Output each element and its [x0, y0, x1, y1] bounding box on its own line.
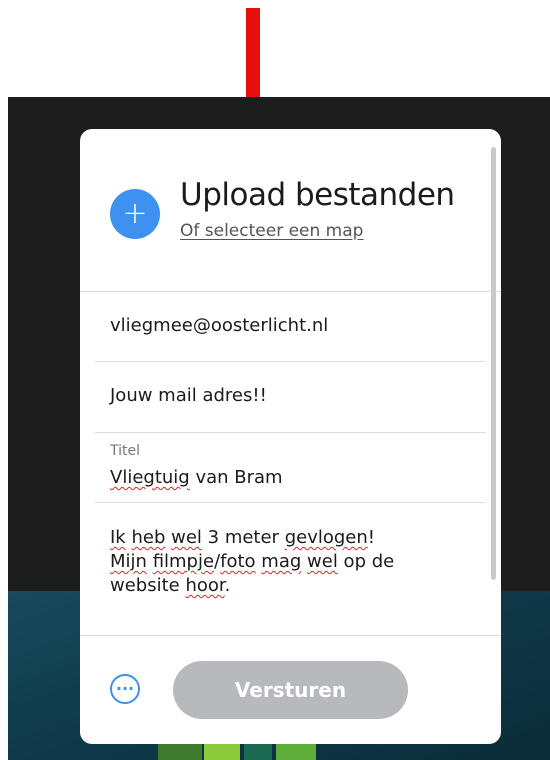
title-value-rest: van Bram [189, 467, 283, 488]
title-field[interactable]: Titel Vliegtuig van Bram [95, 433, 486, 503]
select-folder-link[interactable]: Of selecteer een map [180, 221, 363, 241]
card-scrollbar[interactable] [491, 147, 496, 580]
misspelled-word: wel [171, 527, 202, 548]
recipient-email-value: vliegmee@oosterlicht.nl [110, 315, 329, 336]
recipient-email-field[interactable]: vliegmee@oosterlicht.nl [95, 292, 486, 362]
message-text: website [110, 575, 186, 596]
misspelled-word: heb [131, 527, 166, 548]
title-field-value: Vliegtuig van Bram [110, 467, 283, 488]
footer-divider [80, 635, 501, 636]
sender-email-value: Jouw mail adres!! [110, 385, 267, 406]
plus-icon[interactable]: + [110, 189, 160, 239]
misspelled-word: Vliegtuig [110, 467, 190, 488]
upload-card: + Upload bestanden Of selecteer een map … [80, 129, 501, 744]
misspelled-word: wel [307, 551, 338, 572]
message-line: Mijn filmpje/foto mag wel op de [110, 550, 480, 574]
sender-email-field[interactable]: Jouw mail adres!! [95, 362, 486, 433]
message-text: op de [337, 551, 395, 572]
upload-files-button[interactable]: Upload bestanden [180, 177, 455, 213]
send-button[interactable]: Versturen [173, 661, 408, 719]
misspelled-word: hoor [185, 575, 225, 596]
message-line: Ik heb wel 3 meter gevlogen! [110, 526, 480, 550]
message-text: ! [367, 527, 375, 548]
ellipsis-icon[interactable]: ··· [110, 674, 140, 704]
misspelled-word: Mijn [110, 551, 147, 572]
message-line: website hoor. [110, 574, 480, 598]
misspelled-word: foto [220, 551, 256, 572]
misspelled-word: Ik [110, 527, 126, 548]
message-text: . [224, 575, 231, 596]
page: + Upload bestanden Of selecteer een map … [0, 0, 550, 760]
title-field-label: Titel [110, 443, 141, 459]
misspelled-word: gevlogen [284, 527, 368, 548]
misspelled-word: filmpje [152, 551, 215, 572]
message-field[interactable]: Ik heb wel 3 meter gevlogen! Mijn filmpj… [110, 526, 480, 598]
misspelled-word: mag [261, 551, 302, 572]
message-text: 3 meter [201, 527, 285, 548]
